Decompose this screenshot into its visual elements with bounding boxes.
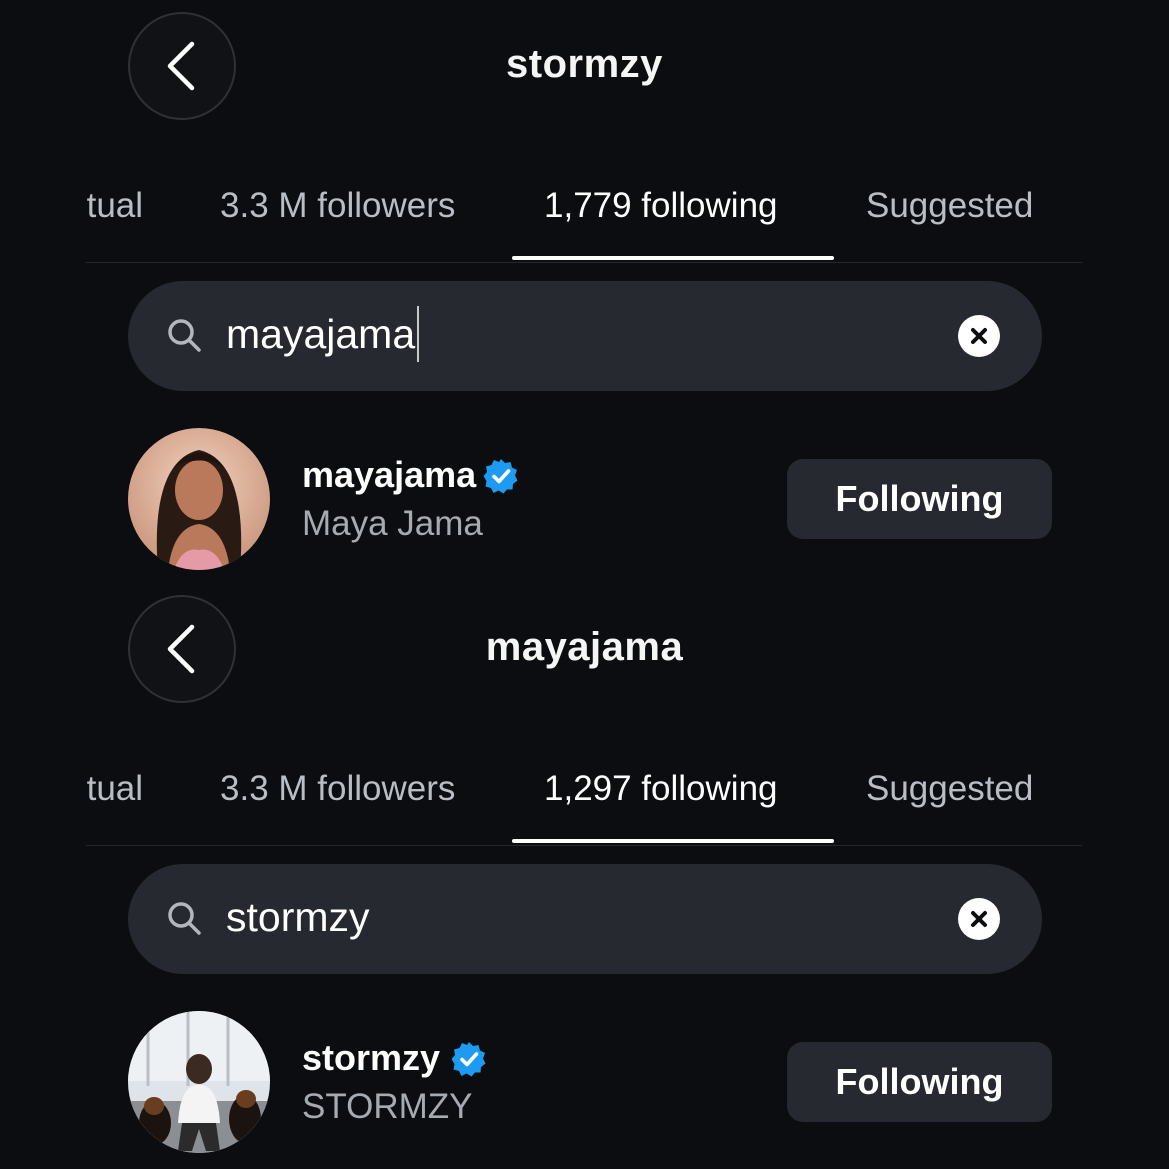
result-username[interactable]: mayajama	[302, 454, 476, 496]
search-icon	[168, 902, 201, 935]
page-title: mayajama	[485, 625, 684, 669]
avatar[interactable]	[128, 428, 270, 570]
tab-bar: mutual 3.3 M followers 1,779 following S…	[86, 170, 1082, 263]
search-field[interactable]: mayajama	[128, 281, 1042, 391]
verified-badge-icon	[483, 459, 518, 494]
tab-mutual[interactable]: mutual	[86, 186, 143, 226]
tab-bar: mutual 3.3 M followers 1,297 following S…	[86, 753, 1082, 846]
result-full-name: Maya Jama	[302, 504, 483, 543]
following-button[interactable]: Following	[787, 459, 1052, 539]
following-screen-mayajama: mayajama mutual 3.3 M followers 1,297 fo…	[0, 583, 1169, 1166]
close-icon	[971, 328, 987, 344]
clear-search-button[interactable]	[958, 898, 1000, 940]
active-tab-indicator	[512, 256, 834, 260]
search-query: mayajama	[226, 311, 416, 357]
search-icon	[168, 319, 201, 352]
search-input[interactable]: stormzy	[226, 894, 370, 941]
result-full-name: STORMZY	[302, 1087, 473, 1126]
tab-followers[interactable]: 3.3 M followers	[220, 769, 455, 809]
clear-search-button[interactable]	[958, 315, 1000, 357]
tab-following[interactable]: 1,297 following	[544, 769, 778, 809]
search-query: stormzy	[226, 894, 370, 940]
tab-following[interactable]: 1,779 following	[544, 186, 778, 226]
avatar[interactable]	[128, 1011, 270, 1153]
page-title: stormzy	[506, 42, 663, 86]
search-input[interactable]: mayajama	[226, 306, 420, 363]
verified-badge-icon	[451, 1042, 486, 1077]
tab-mutual[interactable]: mutual	[86, 769, 143, 809]
result-username[interactable]: stormzy	[302, 1037, 440, 1079]
following-button[interactable]: Following	[787, 1042, 1052, 1122]
active-tab-indicator	[512, 839, 834, 843]
text-caret	[417, 306, 420, 363]
search-field[interactable]: stormzy	[128, 864, 1042, 974]
list-item: stormzy STORMZY Following	[0, 1011, 1169, 1156]
tab-suggested[interactable]: Suggested	[866, 769, 1033, 809]
tab-followers[interactable]: 3.3 M followers	[220, 186, 455, 226]
list-item: mayajama Maya Jama Following	[0, 428, 1169, 573]
close-icon	[971, 911, 987, 927]
tab-suggested[interactable]: Suggested	[866, 186, 1033, 226]
following-screen-stormzy: stormzy mutual 3.3 M followers 1,779 fol…	[0, 0, 1169, 583]
